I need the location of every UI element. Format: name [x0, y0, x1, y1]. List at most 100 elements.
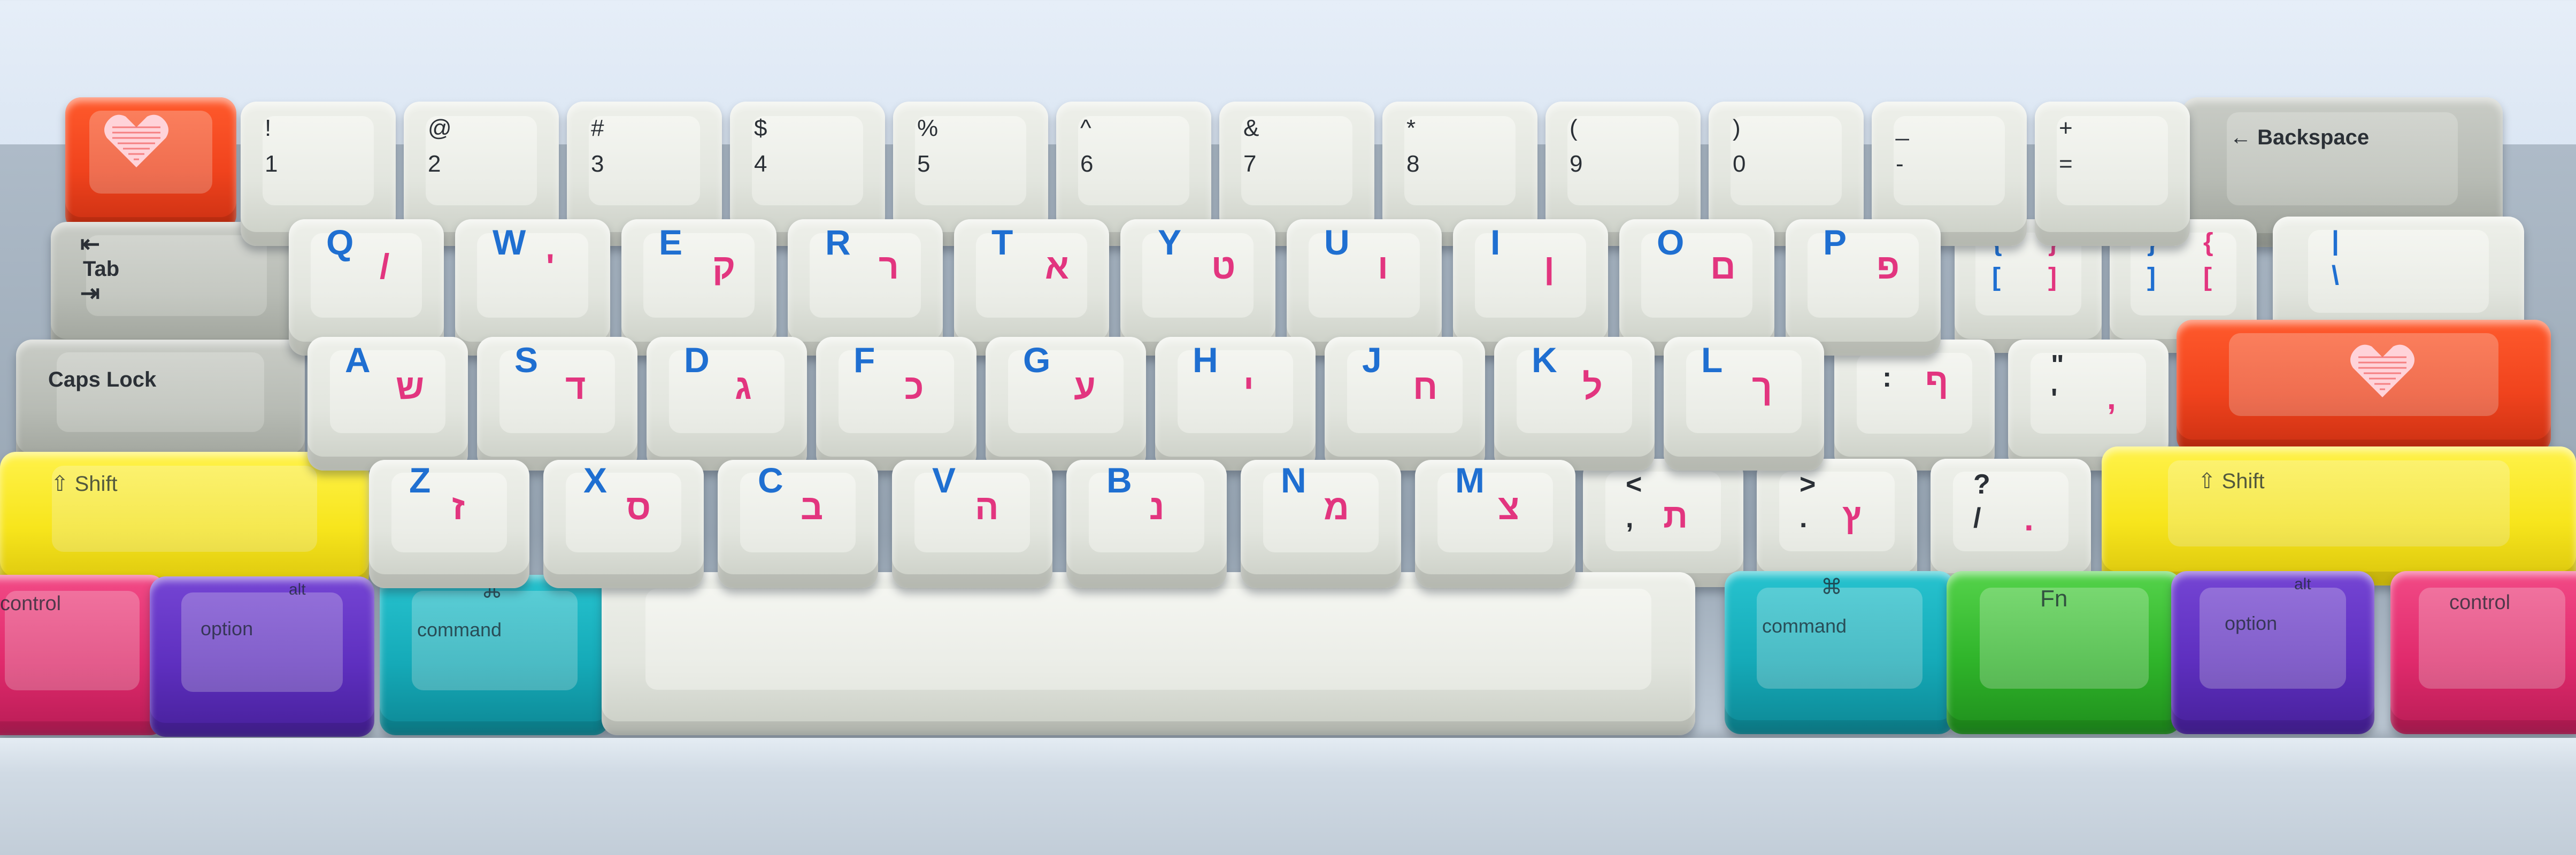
number-key-legend: 1 [265, 151, 278, 177]
number-key-legend: 3 [591, 151, 604, 177]
letter-key-g[interactable]: Gע [986, 337, 1146, 471]
comma-hebrew-legend: ת [1663, 497, 1688, 535]
left-command-key[interactable]: ⌘ command [380, 575, 610, 735]
letter-key-v[interactable]: Vה [892, 460, 1052, 588]
bracket-right-legend-tr: { [2203, 228, 2213, 257]
letter-key-t[interactable]: Tא [954, 219, 1109, 356]
backspace-label: ← Backspace [2230, 126, 2370, 149]
letter-key-n[interactable]: Nמ [1241, 460, 1401, 588]
number-key-shift-legend: ) [1733, 115, 1741, 141]
letter-key-k[interactable]: Kל [1494, 337, 1655, 471]
slash-legend-bottom: / [1973, 503, 1981, 534]
right-command-key[interactable]: ⌘ command [1725, 571, 1955, 734]
latin-legend: W [493, 222, 526, 262]
quote-legend-bottom: ' [2051, 383, 2058, 414]
right-control-key[interactable]: control [2390, 571, 2576, 734]
fn-key[interactable]: Fn [1947, 571, 2182, 734]
number-key-=[interactable]: + = [2035, 102, 2190, 246]
hebrew-legend: ט [1211, 247, 1236, 286]
letter-key-y[interactable]: Yט [1120, 219, 1275, 356]
letter-key-a[interactable]: Aש [307, 337, 468, 471]
letter-key-f[interactable]: Fכ [816, 337, 976, 471]
letter-key-w[interactable]: W ' [455, 219, 610, 356]
number-key-legend: 6 [1080, 151, 1094, 177]
number-key-legend: 8 [1406, 151, 1420, 177]
period-key[interactable]: > . ץ [1757, 459, 1917, 587]
right-option-alt-label: alt [2294, 575, 2311, 593]
left-shift-label: ⇧ Shift [51, 472, 118, 496]
bracket-right-legend-bl: ] [2147, 263, 2156, 291]
letter-key-b[interactable]: Bנ [1066, 460, 1227, 588]
right-command-label: command [1762, 615, 1847, 637]
number-key-shift-legend: % [917, 115, 939, 141]
latin-legend: S [514, 340, 539, 380]
letter-key-x[interactable]: Xס [543, 460, 704, 588]
letter-key-e[interactable]: Eק [621, 219, 776, 356]
left-option-alt-label: alt [289, 581, 306, 598]
caps-lock-key[interactable]: Caps Lock [16, 340, 305, 468]
heart-icon [2350, 344, 2414, 397]
letter-key-q[interactable]: Q / [289, 219, 444, 356]
number-key-shift-legend: ( [1570, 115, 1578, 141]
heart-escape-key[interactable] [65, 97, 236, 231]
letter-key-l[interactable]: Lך [1664, 337, 1824, 471]
letter-key-s[interactable]: Sד [477, 337, 637, 471]
space-bar[interactable] [602, 572, 1695, 735]
bracket-left-legend-bl: [ [1992, 263, 2001, 291]
letter-key-c[interactable]: Cב [718, 460, 878, 588]
letter-key-h[interactable]: Hי [1155, 337, 1316, 471]
number-key-shift-legend: @ [428, 115, 452, 141]
hebrew-legend: א [1045, 247, 1070, 286]
backslash-legend-bottom: \ [2332, 260, 2339, 290]
left-control-label: control [0, 592, 61, 615]
number-key-shift-legend: ^ [1080, 115, 1091, 141]
mechanical-keyboard: ← Backspace ⇤ Tab ⇥ { } [ ] } { ] [ | \ [0, 0, 2576, 855]
letter-key-u[interactable]: Uו [1287, 219, 1442, 356]
number-key-legend: 7 [1243, 151, 1257, 177]
letter-key-z[interactable]: Zז [369, 460, 529, 588]
number-key-legend: 4 [754, 151, 767, 177]
latin-legend: T [991, 222, 1013, 262]
letter-key-p[interactable]: Pפ [1786, 219, 1941, 356]
latin-legend: F [853, 340, 875, 380]
number-key-shift-legend: $ [754, 115, 767, 141]
tab-label: Tab [83, 257, 120, 281]
number-key-legend: 9 [1570, 151, 1583, 177]
hebrew-legend: ד [565, 367, 586, 406]
hebrew-legend: ר [879, 247, 899, 286]
hebrew-legend: נ [1149, 487, 1165, 527]
letter-key-d[interactable]: Dג [647, 337, 807, 471]
number-key-legend: 5 [917, 151, 931, 177]
hebrew-legend: צ [1498, 487, 1520, 527]
period-hebrew-legend: ץ [1842, 497, 1862, 535]
left-option-key[interactable]: alt option [150, 576, 374, 737]
latin-legend: J [1362, 340, 1382, 380]
heart-enter-key[interactable] [2177, 320, 2551, 453]
keyboard-front-rim [0, 738, 2576, 855]
hebrew-legend: ם [1710, 247, 1736, 286]
semicolon-key[interactable]: : ף [1834, 340, 1995, 471]
letter-key-i[interactable]: Iן [1453, 219, 1608, 356]
hebrew-legend: / [380, 247, 390, 286]
right-shift-key[interactable]: ⇧ Shift [2102, 446, 2576, 586]
left-shift-key[interactable]: ⇧ Shift [0, 452, 369, 591]
hebrew-legend: מ [1324, 487, 1349, 527]
heart-icon [104, 114, 168, 167]
letter-key-r[interactable]: Rר [788, 219, 943, 356]
hebrew-legend: ' [546, 247, 555, 286]
hebrew-legend: ג [735, 367, 752, 406]
number-key-legend: 0 [1733, 151, 1746, 177]
slash-key[interactable]: ? / . [1931, 459, 2091, 587]
latin-legend: C [758, 460, 783, 500]
hebrew-legend: ב [801, 487, 824, 527]
right-option-key[interactable]: alt option [2171, 571, 2374, 734]
left-control-key[interactable]: control [0, 575, 166, 735]
letter-key-o[interactable]: Oם [1619, 219, 1774, 356]
hebrew-legend: ש [396, 367, 425, 406]
letter-key-m[interactable]: Mצ [1415, 460, 1575, 588]
comma-key[interactable]: < , ת [1583, 459, 1743, 587]
latin-legend: P [1823, 222, 1847, 262]
latin-legend: A [345, 340, 371, 380]
photo-scene: ← Backspace ⇤ Tab ⇥ { } [ ] } { ] [ | \ [0, 0, 2576, 855]
letter-key-j[interactable]: Jח [1325, 337, 1485, 471]
